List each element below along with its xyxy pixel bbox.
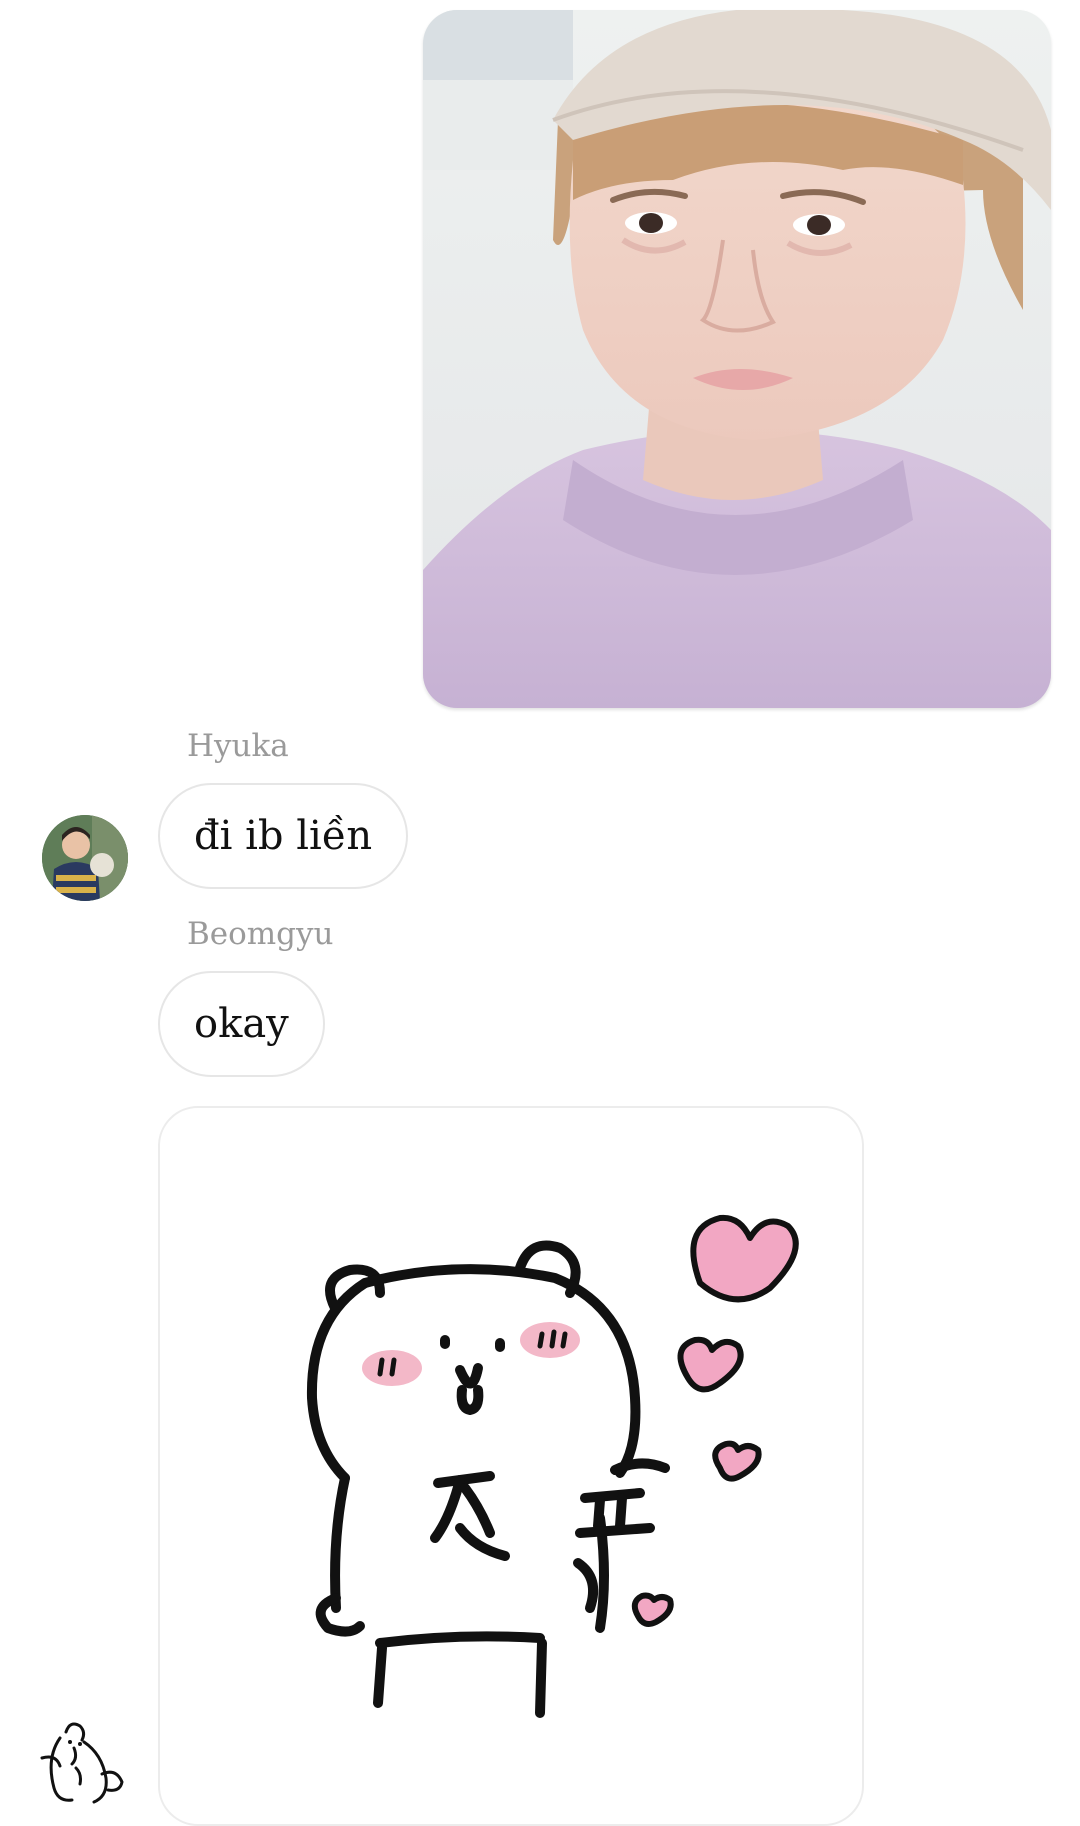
message-bubble[interactable]: okay	[158, 971, 325, 1077]
avatar[interactable]	[42, 815, 128, 901]
avatar-image	[42, 815, 128, 901]
sender-name: Hyuka	[187, 728, 289, 764]
photo-image	[423, 10, 1051, 708]
message-text: đi ib liền	[194, 813, 373, 859]
avatar-image	[36, 1718, 128, 1804]
message-bubble[interactable]: đi ib liền	[158, 783, 409, 889]
bear-sticker	[306, 1214, 799, 1718]
message-text: okay	[194, 1001, 289, 1047]
avatar[interactable]	[36, 1718, 128, 1804]
sender-name: Beomgyu	[187, 916, 334, 952]
photo-message[interactable]	[423, 10, 1051, 708]
sticker-message[interactable]	[158, 1106, 864, 1826]
